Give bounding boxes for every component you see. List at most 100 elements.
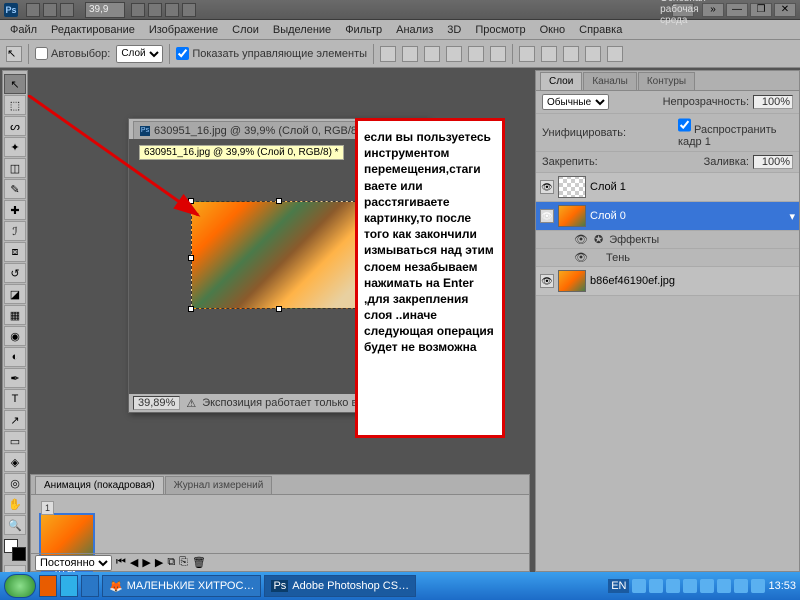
screen-mode-icon[interactable] [60, 3, 74, 17]
clock[interactable]: 13:53 [768, 580, 796, 592]
3d-tool[interactable]: ◈ [4, 452, 26, 472]
autoselect-checkbox[interactable] [35, 47, 48, 60]
dodge-tool[interactable]: ◐ [4, 347, 26, 367]
shape-tool[interactable]: ▭ [4, 431, 26, 451]
taskbar-item[interactable]: PsAdobe Photoshop CS… [264, 575, 416, 597]
lock-icon[interactable] [620, 155, 634, 169]
menu-image[interactable]: Изображение [143, 22, 224, 38]
wand-tool[interactable]: ✦ [4, 137, 26, 157]
eye-icon[interactable]: 👁 [574, 251, 588, 264]
transform-bounding-box[interactable] [191, 201, 361, 309]
distribute-icon[interactable] [563, 46, 579, 62]
distribute-icon[interactable] [585, 46, 601, 62]
document-subtab[interactable]: 630951_16.jpg @ 39,9% (Слой 0, RGB/8) * [139, 145, 344, 160]
3d-camera-tool[interactable]: ◎ [4, 473, 26, 493]
gradient-tool[interactable]: ▦ [4, 305, 26, 325]
prev-icon[interactable]: ◀ [130, 556, 138, 569]
tray-icon[interactable] [734, 579, 748, 593]
window-minimize[interactable]: — [726, 3, 748, 17]
layer-effect-shadow[interactable]: 👁Тень [536, 249, 799, 267]
tray-icon[interactable] [700, 579, 714, 593]
eye-icon[interactable]: 👁 [574, 233, 588, 246]
blend-mode-select[interactable]: Обычные [542, 94, 609, 110]
layer-item[interactable]: 👁Слой 1 [536, 173, 799, 202]
visibility-icon[interactable]: 👁 [540, 209, 554, 223]
hand-tool[interactable]: ✋ [4, 494, 26, 514]
menu-analysis[interactable]: Анализ [390, 22, 439, 38]
tab-layers[interactable]: Слои [540, 72, 582, 90]
align-icon[interactable] [380, 46, 396, 62]
zoom-icon[interactable] [148, 3, 162, 17]
zoom-field[interactable] [85, 2, 125, 18]
tab-measurement[interactable]: Журнал измерений [165, 476, 273, 494]
propagate-checkbox[interactable] [678, 117, 691, 133]
align-icon[interactable] [468, 46, 484, 62]
expand-icon[interactable]: » [702, 3, 724, 17]
visibility-icon[interactable]: 👁 [540, 180, 554, 194]
tray-icon[interactable] [649, 579, 663, 593]
doc-zoom[interactable]: 39,89% [133, 396, 180, 410]
menu-select[interactable]: Выделение [267, 22, 337, 38]
color-swatch[interactable] [4, 539, 26, 561]
brush-tool[interactable]: ℐ [4, 221, 26, 241]
trash-icon[interactable]: 🗑 [192, 556, 206, 569]
layer-item[interactable]: 👁Слой 0▾ [536, 202, 799, 231]
tray-icon[interactable] [632, 579, 646, 593]
play-icon[interactable]: ▶ [142, 556, 150, 569]
zoom-tool[interactable]: 🔍 [4, 515, 26, 535]
visibility-icon[interactable]: 👁 [540, 274, 554, 288]
menu-filter[interactable]: Фильтр [339, 22, 388, 38]
lasso-tool[interactable]: ᔕ [4, 116, 26, 136]
align-icon[interactable] [490, 46, 506, 62]
tray-icon[interactable] [683, 579, 697, 593]
menu-view[interactable]: Просмотр [469, 22, 531, 38]
tab-paths[interactable]: Контуры [638, 72, 695, 90]
show-controls-checkbox[interactable] [176, 47, 189, 60]
menu-window[interactable]: Окно [534, 22, 572, 38]
menu-layers[interactable]: Слои [226, 22, 265, 38]
unify-icon[interactable] [662, 126, 674, 140]
type-tool[interactable]: T [4, 389, 26, 409]
hand-icon[interactable] [131, 3, 145, 17]
tray-icon[interactable] [666, 579, 680, 593]
distribute-icon[interactable] [541, 46, 557, 62]
rotate-icon[interactable] [165, 3, 179, 17]
fill-field[interactable]: 100% [753, 155, 793, 169]
autoselect-target[interactable]: Слой [116, 45, 163, 63]
loop-select[interactable]: Постоянно [35, 555, 112, 571]
tab-animation[interactable]: Анимация (покадровая) [35, 476, 164, 494]
launch-bridge-icon[interactable] [26, 3, 40, 17]
chevron-down-icon[interactable]: ▾ [789, 210, 795, 223]
tray-icon[interactable] [751, 579, 765, 593]
marquee-tool[interactable]: ⬚ [4, 95, 26, 115]
history-brush-tool[interactable]: ↺ [4, 263, 26, 283]
layer-effects[interactable]: 👁✪Эффекты [536, 231, 799, 249]
window-restore[interactable]: ❐ [750, 3, 772, 17]
lock-icon[interactable] [638, 155, 652, 169]
quicklaunch-icon[interactable] [60, 575, 78, 597]
tray-icon[interactable] [717, 579, 731, 593]
move-tool[interactable]: ↖ [4, 74, 26, 94]
lock-icon[interactable] [656, 155, 670, 169]
lock-icon[interactable] [602, 155, 616, 169]
new-frame-icon[interactable]: ⎘ [179, 556, 188, 569]
quicklaunch-icon[interactable] [39, 575, 57, 597]
path-tool[interactable]: ↗ [4, 410, 26, 430]
align-icon[interactable] [424, 46, 440, 62]
unify-icon[interactable] [630, 126, 642, 140]
document-tab[interactable]: Ps630951_16.jpg @ 39,9% (Слой 0, RGB/8) … [133, 121, 388, 139]
rewind-icon[interactable]: ⏮ [116, 556, 126, 569]
eyedropper-tool[interactable]: ✎ [4, 179, 26, 199]
pen-tool[interactable]: ✒ [4, 368, 26, 388]
menu-file[interactable]: Файл [4, 22, 43, 38]
align-icon[interactable] [446, 46, 462, 62]
menu-3d[interactable]: 3D [441, 22, 467, 38]
distribute-icon[interactable] [519, 46, 535, 62]
workspace-selector[interactable]: Основная рабочая среда [672, 3, 694, 17]
eraser-tool[interactable]: ◪ [4, 284, 26, 304]
next-icon[interactable]: ▶ [155, 556, 163, 569]
window-close[interactable]: ✕ [774, 3, 796, 17]
opacity-field[interactable]: 100% [753, 95, 793, 109]
blur-tool[interactable]: ◉ [4, 326, 26, 346]
stamp-tool[interactable]: ⧈ [4, 242, 26, 262]
